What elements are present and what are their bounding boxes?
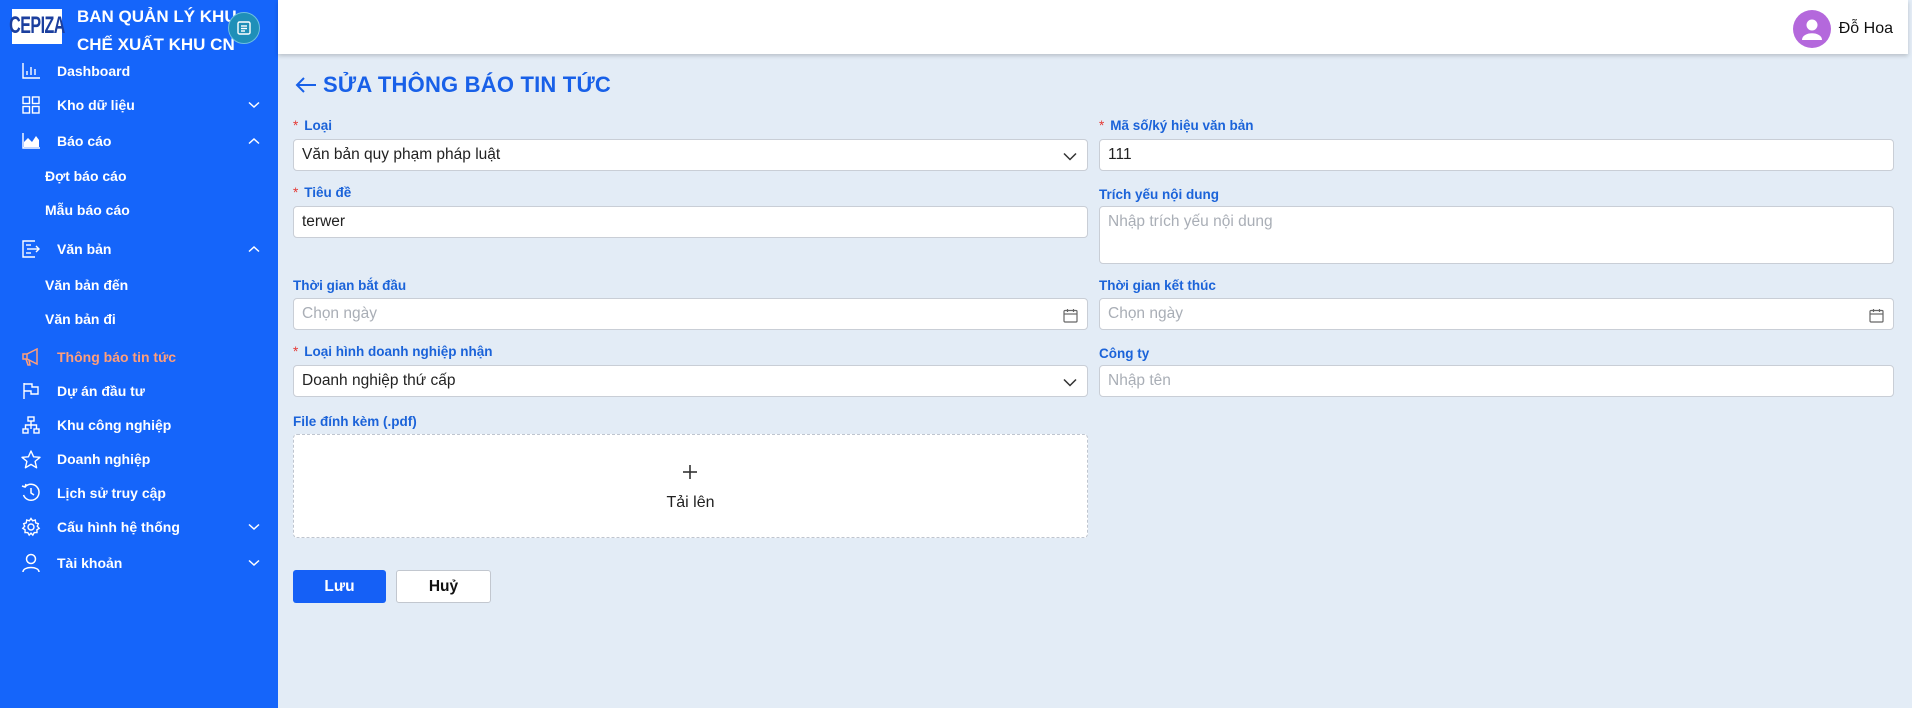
gear-icon bbox=[20, 516, 42, 538]
history-icon bbox=[20, 482, 42, 504]
field-label-loai-hinh: * Loại hình doanh nghiệp nhận bbox=[293, 344, 493, 359]
user-avatar[interactable] bbox=[1793, 10, 1831, 48]
user-icon bbox=[20, 552, 42, 574]
page-title: SỬA THÔNG BÁO TIN TỨC bbox=[323, 72, 611, 97]
chevron-up-icon bbox=[246, 241, 262, 257]
megaphone-icon bbox=[20, 346, 42, 368]
cluster-icon bbox=[20, 414, 42, 436]
upload-label: Tải lên bbox=[666, 494, 715, 511]
sidebar-item-kho-du-lieu[interactable]: Kho dữ liệu bbox=[0, 90, 278, 120]
tieu-de-input[interactable]: terwer bbox=[293, 206, 1088, 238]
chevron-down-icon bbox=[1061, 147, 1079, 165]
chevron-up-icon bbox=[246, 133, 262, 149]
bat-dau-date-picker[interactable]: Chọn ngày bbox=[293, 298, 1088, 330]
sidebar-item-lich-su-truy-cap[interactable]: Lịch sử truy cập bbox=[0, 478, 278, 508]
chevron-down-icon bbox=[246, 555, 262, 571]
grid-icon bbox=[20, 94, 42, 116]
ket-thuc-date-picker[interactable]: Chọn ngày bbox=[1099, 298, 1894, 330]
bar-chart-icon bbox=[20, 60, 42, 82]
sidebar: CEPIZA BAN QUẢN LÝ KHU CHẾ XUẤT KHU CN D… bbox=[0, 0, 278, 708]
area-chart-icon bbox=[20, 130, 42, 152]
back-arrow-icon[interactable] bbox=[293, 72, 319, 98]
cong-ty-input[interactable]: Nhập tên bbox=[1099, 365, 1894, 397]
user-name[interactable]: Đỗ Hoa bbox=[1839, 20, 1893, 38]
sidebar-item-tai-khoan[interactable]: Tài khoản bbox=[0, 548, 278, 578]
sidebar-item-thong-bao-tin-tuc[interactable]: Thông báo tin tức bbox=[0, 342, 278, 372]
plus-icon bbox=[679, 461, 701, 483]
user-avatar-icon bbox=[1802, 19, 1822, 40]
loai-hinh-select[interactable]: Doanh nghiệp thứ cấp bbox=[293, 365, 1088, 397]
top-header: Đỗ Hoa bbox=[278, 0, 1908, 54]
field-label-file: File đính kèm (.pdf) bbox=[293, 414, 417, 429]
sidebar-item-van-ban-den[interactable]: Văn bản đến bbox=[0, 270, 278, 300]
menu-fold-icon bbox=[237, 21, 251, 35]
sidebar-item-dashboard[interactable]: Dashboard bbox=[0, 56, 278, 86]
sidebar-item-bao-cao[interactable]: Báo cáo bbox=[0, 126, 278, 156]
sidebar-item-cau-hinh-he-thong[interactable]: Cấu hình hệ thống bbox=[0, 512, 278, 542]
sidebar-item-van-ban[interactable]: Văn bản bbox=[0, 234, 278, 264]
field-label-cong-ty: Công ty bbox=[1099, 346, 1150, 361]
field-label-ma-so: * Mã số/ký hiệu văn bản bbox=[1099, 118, 1254, 133]
save-button[interactable]: Lưu bbox=[293, 570, 386, 603]
chevron-down-icon bbox=[246, 519, 262, 535]
sidebar-item-dot-bao-cao[interactable]: Đợt báo cáo bbox=[0, 161, 278, 191]
page-header: SỬA THÔNG BÁO TIN TỨC bbox=[293, 72, 611, 98]
sidebar-item-van-ban-di[interactable]: Văn bản đi bbox=[0, 304, 278, 334]
sidebar-item-doanh-nghiep[interactable]: Doanh nghiệp bbox=[0, 444, 278, 474]
brand-title: BAN QUẢN LÝ KHU CHẾ XUẤT KHU CN bbox=[77, 7, 237, 54]
brand: CEPIZA BAN QUẢN LÝ KHU CHẾ XUẤT KHU CN bbox=[0, 0, 278, 56]
star-icon bbox=[20, 448, 42, 470]
field-label-ket-thuc: Thời gian kết thúc bbox=[1099, 278, 1216, 293]
file-upload-area[interactable]: Tải lên bbox=[293, 434, 1088, 538]
chevron-down-icon bbox=[246, 97, 262, 113]
field-label-tieu-de: * Tiêu đề bbox=[293, 185, 352, 200]
sidebar-item-mau-bao-cao[interactable]: Mẫu báo cáo bbox=[0, 195, 278, 225]
calendar-icon bbox=[1867, 306, 1885, 324]
calendar-icon bbox=[1061, 306, 1079, 324]
field-label-trich-yeu: Trích yếu nội dung bbox=[1099, 187, 1220, 202]
chevron-down-icon bbox=[1061, 373, 1079, 391]
collapse-sidebar-button[interactable] bbox=[228, 12, 260, 44]
sidebar-item-du-an-dau-tu[interactable]: Dự án đầu tư bbox=[0, 376, 278, 406]
logo: CEPIZA bbox=[9, 9, 65, 44]
ma-so-input[interactable]: 111 bbox=[1099, 139, 1894, 171]
trich-yeu-textarea[interactable]: Nhập trích yếu nội dung bbox=[1099, 206, 1894, 264]
cancel-button[interactable]: Huỷ bbox=[396, 570, 491, 603]
sidebar-item-khu-cong-nghiep[interactable]: Khu công nghiệp bbox=[0, 410, 278, 440]
field-label-bat-dau: Thời gian bắt đầu bbox=[293, 278, 407, 293]
field-label-loai: * Loại bbox=[293, 118, 333, 133]
document-export-icon bbox=[20, 238, 42, 260]
loai-select[interactable]: Văn bản quy phạm pháp luật bbox=[293, 139, 1088, 171]
flag-icon bbox=[20, 380, 42, 402]
